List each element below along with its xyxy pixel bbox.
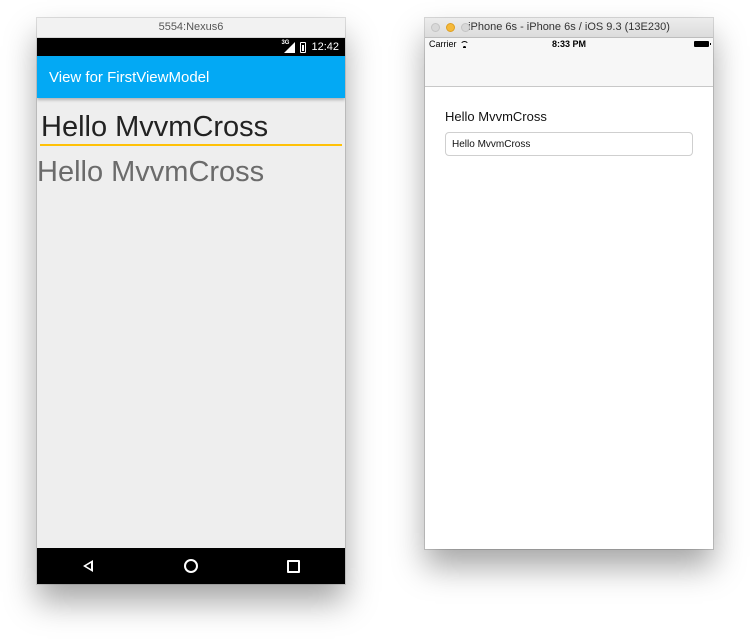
- back-icon: [83, 560, 94, 572]
- ios-clock: 8:33 PM: [551, 39, 586, 49]
- app-bar-title: View for FirstViewModel: [49, 68, 210, 86]
- android-clock: 12:42: [311, 41, 339, 53]
- minimize-window-button[interactable]: [446, 23, 455, 32]
- android-text-label: Hello MvvmCross: [37, 156, 265, 188]
- ios-window-titlebar: iPhone 6s - iPhone 6s / iOS 9.3 (13E230): [425, 18, 713, 38]
- ios-simulator-window: iPhone 6s - iPhone 6s / iOS 9.3 (13E230)…: [425, 18, 713, 549]
- zoom-window-button[interactable]: [461, 23, 470, 32]
- home-icon: [183, 559, 198, 573]
- signal-icon: 3G: [281, 40, 296, 53]
- window-controls: [431, 23, 470, 32]
- close-window-button[interactable]: [431, 23, 440, 32]
- android-status-bar: 3G 12:42: [37, 38, 345, 56]
- battery-icon: [300, 41, 307, 53]
- ios-status-bar: Carrier 8:33 PM: [425, 38, 713, 52]
- back-button[interactable]: [68, 551, 108, 581]
- battery-icon: [694, 41, 711, 47]
- ios-navigation-bar: [425, 52, 713, 87]
- home-button[interactable]: [171, 551, 211, 581]
- android-edit-text[interactable]: Hello MvvmCross: [40, 108, 342, 146]
- android-content: Hello MvvmCross Hello MvvmCross: [37, 98, 345, 548]
- ios-window-title: iPhone 6s - iPhone 6s / iOS 9.3 (13E230): [468, 21, 670, 33]
- android-app-bar: View for FirstViewModel: [37, 56, 345, 98]
- ios-text-label: Hello MvvmCross: [445, 109, 547, 124]
- android-nav-bar: [37, 548, 345, 584]
- recents-icon: [287, 559, 301, 573]
- android-window-title: 5554:Nexus6: [37, 18, 345, 38]
- recents-button[interactable]: [274, 551, 314, 581]
- android-emulator-window: 5554:Nexus6 3G 12:42 View for FirstViewM…: [37, 18, 345, 584]
- ios-text-field[interactable]: [445, 132, 693, 156]
